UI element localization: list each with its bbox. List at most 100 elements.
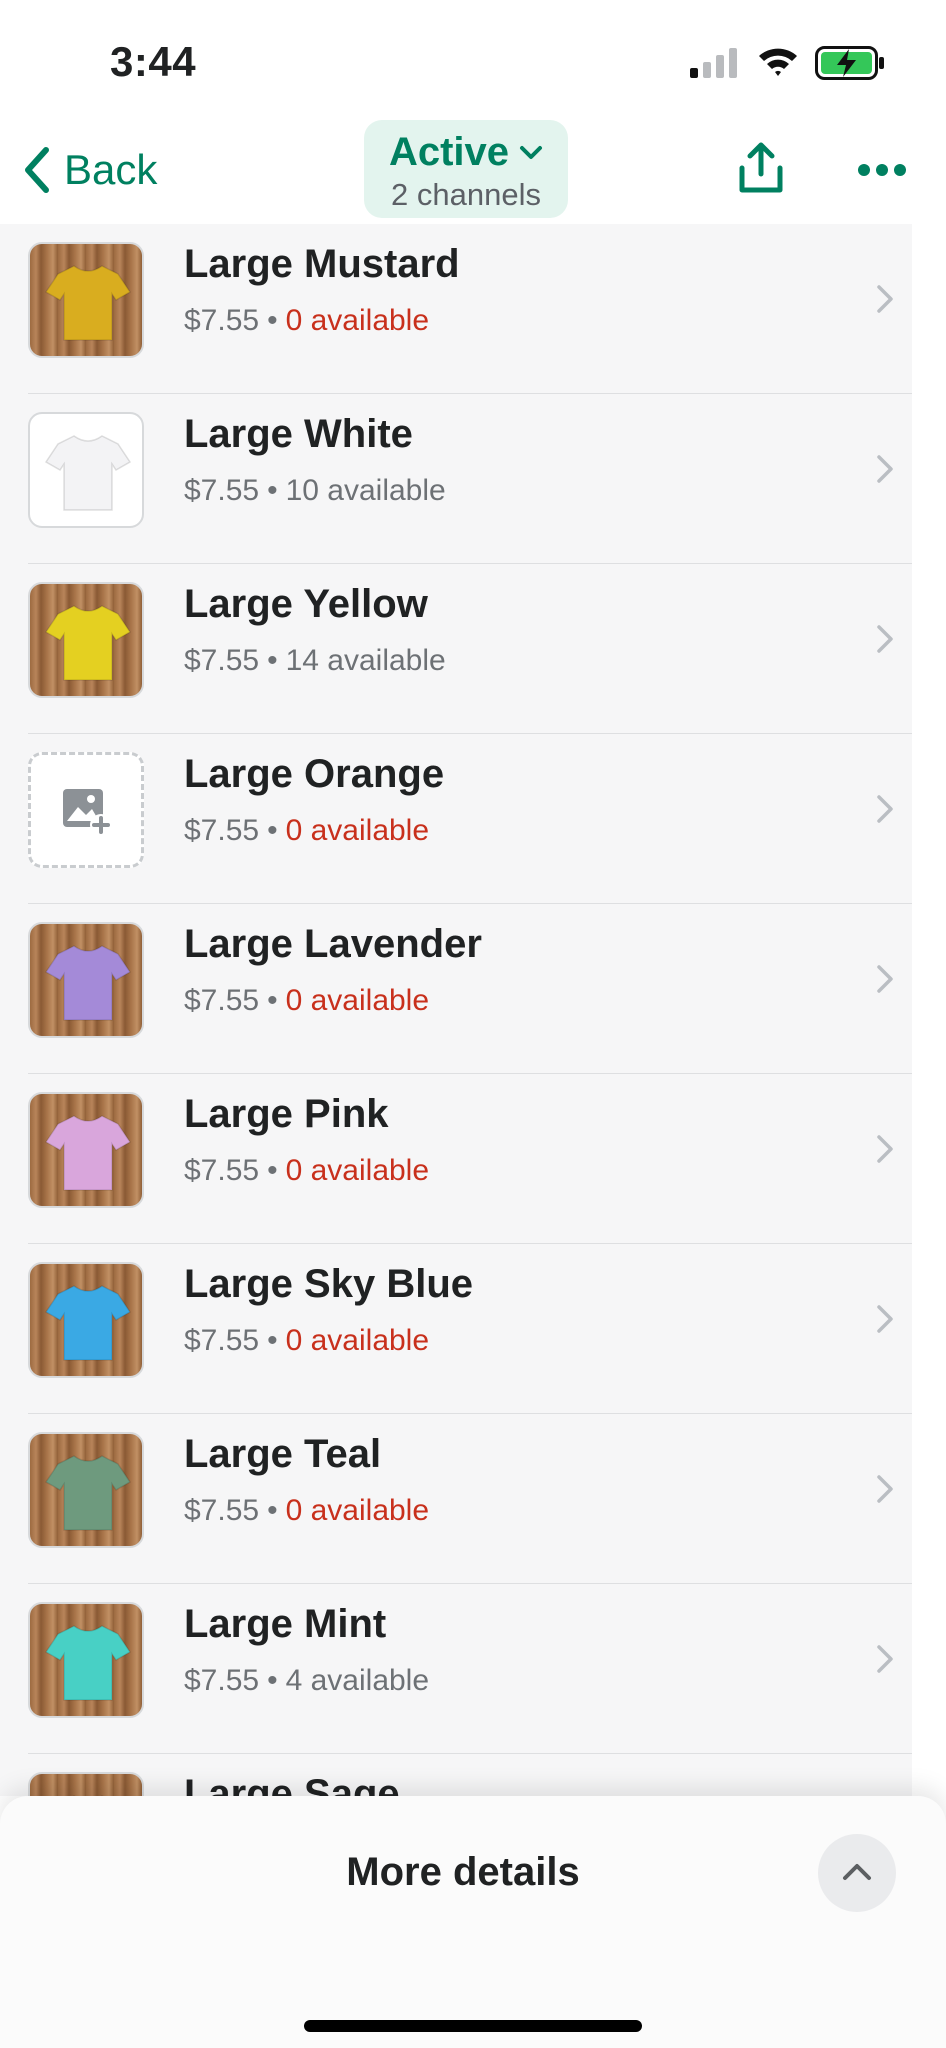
- tshirt-image: [44, 265, 132, 341]
- status-time: 3:44: [110, 38, 197, 85]
- status-selector[interactable]: Active 2 channels: [364, 120, 568, 218]
- variant-thumbnail: [28, 1262, 144, 1378]
- battery-charging-icon: [815, 46, 884, 80]
- more-details-sheet[interactable]: More details: [0, 1796, 946, 2048]
- variant-availability: 0 available: [285, 1494, 430, 1527]
- tshirt-image: [44, 1285, 132, 1361]
- variant-row[interactable]: Large Sky Blue $7.55 • 0 available: [0, 1244, 912, 1414]
- variant-details: $7.55 • 0 available: [184, 1494, 429, 1528]
- separator-dot: •: [267, 1664, 278, 1697]
- variant-title: Large Teal: [184, 1432, 382, 1476]
- channels-count: 2 channels: [391, 177, 541, 212]
- variant-title: Large Mustard: [184, 242, 460, 286]
- variant-thumbnail: [28, 1602, 144, 1718]
- variant-row[interactable]: Large Mustard $7.55 • 0 available: [0, 224, 912, 394]
- chevron-right-icon: [877, 965, 893, 993]
- variant-thumbnail: [28, 412, 144, 528]
- variant-title: Large Orange: [184, 752, 445, 796]
- back-button[interactable]: Back: [20, 140, 157, 200]
- navigation-bar: Back Active 2 channels: [0, 116, 946, 224]
- variant-availability: 10 available: [285, 474, 446, 507]
- separator-dot: •: [267, 304, 278, 337]
- variant-row[interactable]: Large Pink $7.55 • 0 available: [0, 1074, 912, 1244]
- variant-price: $7.55: [184, 304, 260, 337]
- variant-title: Large Lavender: [184, 922, 482, 966]
- variant-availability: 0 available: [285, 1324, 430, 1357]
- variant-price: $7.55: [184, 1664, 260, 1697]
- tshirt-image: [44, 435, 132, 511]
- status-bar: 3:44: [0, 0, 946, 116]
- variant-row[interactable]: Large Orange $7.55 • 0 available: [0, 734, 912, 904]
- tshirt-image: [72, 1795, 104, 1796]
- status-label: Active: [388, 130, 510, 174]
- variant-availability: 0 available: [285, 814, 430, 847]
- chevron-right-icon: [877, 1645, 893, 1673]
- chevron-right-icon: [877, 625, 893, 653]
- variant-thumbnail: [28, 582, 144, 698]
- more-options-icon[interactable]: [858, 158, 906, 182]
- variant-price: $7.55: [184, 644, 260, 677]
- variant-price: $7.55: [184, 1494, 260, 1527]
- separator-dot: •: [267, 814, 278, 847]
- chevron-right-icon: [877, 455, 893, 483]
- variant-details: $7.55 • 0 available: [184, 814, 429, 848]
- chevron-right-icon: [877, 1475, 893, 1503]
- variant-price: $7.55: [184, 984, 260, 1017]
- variant-title: Large Pink: [184, 1092, 389, 1136]
- variant-title: Large Yellow: [184, 582, 428, 626]
- add-image-icon: [63, 789, 112, 836]
- variant-details: $7.55 • 0 available: [184, 984, 429, 1018]
- variant-row[interactable]: Large Sage: [0, 1754, 912, 1796]
- chevron-up-icon: [843, 1864, 871, 1880]
- variant-details: $7.55 • 0 available: [184, 1154, 429, 1188]
- variant-list: Large Mustard $7.55 • 0 available Large Whit…: [0, 224, 912, 1796]
- variant-details: $7.55 • 10 available: [184, 474, 446, 508]
- variant-row[interactable]: Large Teal $7.55 • 0 available: [0, 1414, 912, 1584]
- home-indicator: [304, 2020, 642, 2032]
- variant-title: Large Sage: [184, 1772, 400, 1796]
- variant-row[interactable]: Large Mint $7.55 • 4 available: [0, 1584, 912, 1754]
- separator-dot: •: [267, 644, 278, 677]
- variant-details: $7.55 • 0 available: [184, 304, 429, 338]
- variant-availability: 0 available: [285, 304, 430, 337]
- back-label: Back: [64, 146, 158, 193]
- variant-title: Large Mint: [184, 1602, 387, 1646]
- variant-details: $7.55 • 0 available: [184, 1324, 429, 1358]
- variant-price: $7.55: [184, 474, 260, 507]
- separator-dot: •: [267, 1154, 278, 1187]
- tshirt-image: [44, 605, 132, 681]
- separator-dot: •: [267, 474, 278, 507]
- share-icon[interactable]: [736, 140, 786, 196]
- variant-row[interactable]: Large Lavender $7.55 • 0 available: [0, 904, 912, 1074]
- separator-dot: •: [267, 1324, 278, 1357]
- add-image-placeholder: [28, 752, 144, 868]
- chevron-right-icon: [877, 1135, 893, 1163]
- variant-title: Large White: [184, 412, 413, 456]
- tshirt-image: [44, 1455, 132, 1531]
- variant-availability: 0 available: [285, 1154, 430, 1187]
- sheet-title: More details: [346, 1850, 580, 1894]
- chevron-right-icon: [877, 285, 893, 313]
- chevron-right-icon: [877, 795, 893, 823]
- variant-availability: 14 available: [285, 644, 446, 677]
- chevron-down-icon: [520, 145, 543, 159]
- screen: 3:44 Back Active 2 channels Large Mustar…: [0, 0, 946, 2048]
- tshirt-image: [44, 1625, 132, 1701]
- variant-price: $7.55: [184, 814, 260, 847]
- variant-price: $7.55: [184, 1154, 260, 1187]
- variant-row[interactable]: Large White $7.55 • 10 available: [0, 394, 912, 564]
- cellular-signal-icon: [690, 48, 737, 78]
- tshirt-image: [44, 945, 132, 1021]
- variant-thumbnail: [28, 1432, 144, 1548]
- tshirt-image: [44, 1115, 132, 1191]
- variant-thumbnail: [28, 1092, 144, 1208]
- variant-thumbnail: [28, 1772, 144, 1796]
- variant-details: $7.55 • 14 available: [184, 644, 446, 678]
- variant-row[interactable]: Large Yellow $7.55 • 14 available: [0, 564, 912, 734]
- separator-dot: •: [267, 1494, 278, 1527]
- variant-availability: 0 available: [285, 984, 430, 1017]
- variant-price: $7.55: [184, 1324, 260, 1357]
- variant-thumbnail: [28, 242, 144, 358]
- separator-dot: •: [267, 984, 278, 1017]
- expand-sheet-button[interactable]: [818, 1834, 896, 1912]
